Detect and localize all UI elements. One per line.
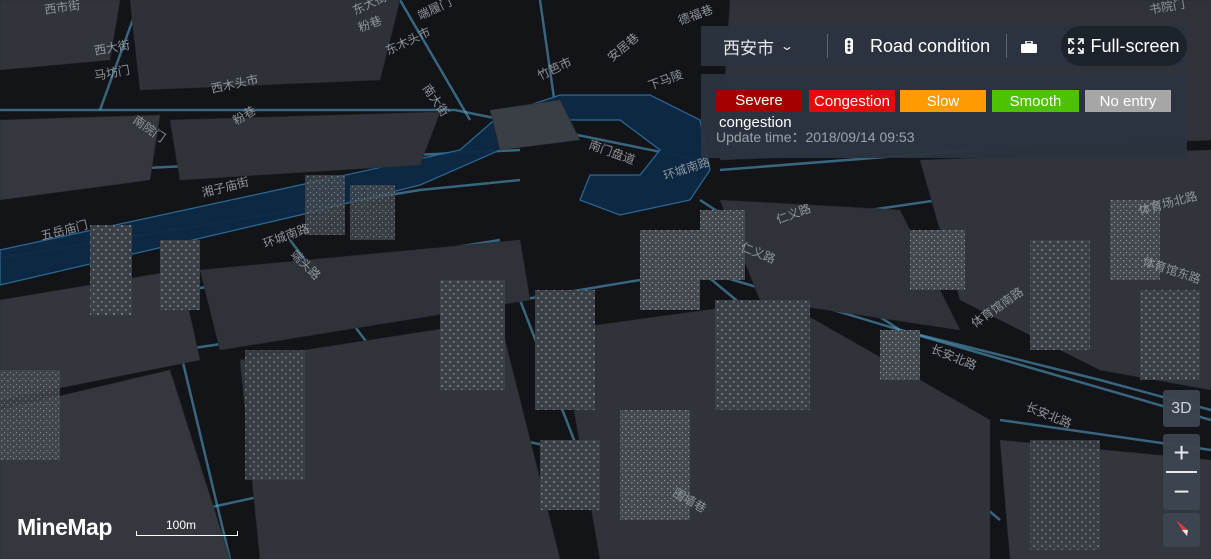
legend-no-entry: No entry xyxy=(1085,90,1171,112)
traffic-light-icon xyxy=(844,38,854,54)
expand-icon xyxy=(1068,38,1085,54)
scale-bar: 100m xyxy=(136,517,238,537)
toggle-3d-button[interactable]: 3D xyxy=(1163,390,1200,427)
road-condition-button[interactable]: Road condition xyxy=(828,36,1006,57)
legend-severe-congestion: Severe congestion xyxy=(716,90,802,131)
zoom-out-button[interactable]: − xyxy=(1163,473,1200,510)
minemap-logo: MineMap xyxy=(17,514,112,540)
legend-label: Slow xyxy=(926,92,960,110)
chevron-down-icon: ⌄ xyxy=(779,39,795,53)
compass-button[interactable] xyxy=(1163,513,1200,547)
scale-label: 100m xyxy=(166,518,197,532)
road-condition-label: Road condition xyxy=(870,35,991,56)
traffic-legend: Severe congestion Congestion Slow Smooth… xyxy=(701,74,1187,158)
zoom-control: + − xyxy=(1163,434,1200,510)
update-time: Update time：2018/09/14 09:53 xyxy=(716,129,915,145)
map-toolbar: 西安市 ⌄ Road condition Full-screen xyxy=(701,26,1187,66)
legend-slow: Slow xyxy=(900,90,986,112)
fullscreen-button[interactable]: Full-screen xyxy=(1061,26,1187,66)
fullscreen-label: Full-screen xyxy=(1090,35,1180,56)
city-label: 西安市 xyxy=(723,38,774,58)
legend-smooth: Smooth xyxy=(992,90,1079,112)
briefcase-icon[interactable] xyxy=(1021,40,1038,53)
legend-label: Severe xyxy=(735,92,783,109)
zoom-in-button[interactable]: + xyxy=(1163,434,1200,471)
scale-line xyxy=(136,531,238,536)
legend-congestion: Congestion xyxy=(809,90,895,112)
toolbar-divider xyxy=(1006,34,1008,58)
compass-icon xyxy=(1173,518,1191,543)
legend-label: No entry xyxy=(1099,92,1157,110)
city-selector[interactable]: 西安市 ⌄ xyxy=(701,34,827,59)
legend-label: Congestion xyxy=(814,92,890,110)
legend-label: Smooth xyxy=(1009,92,1062,110)
